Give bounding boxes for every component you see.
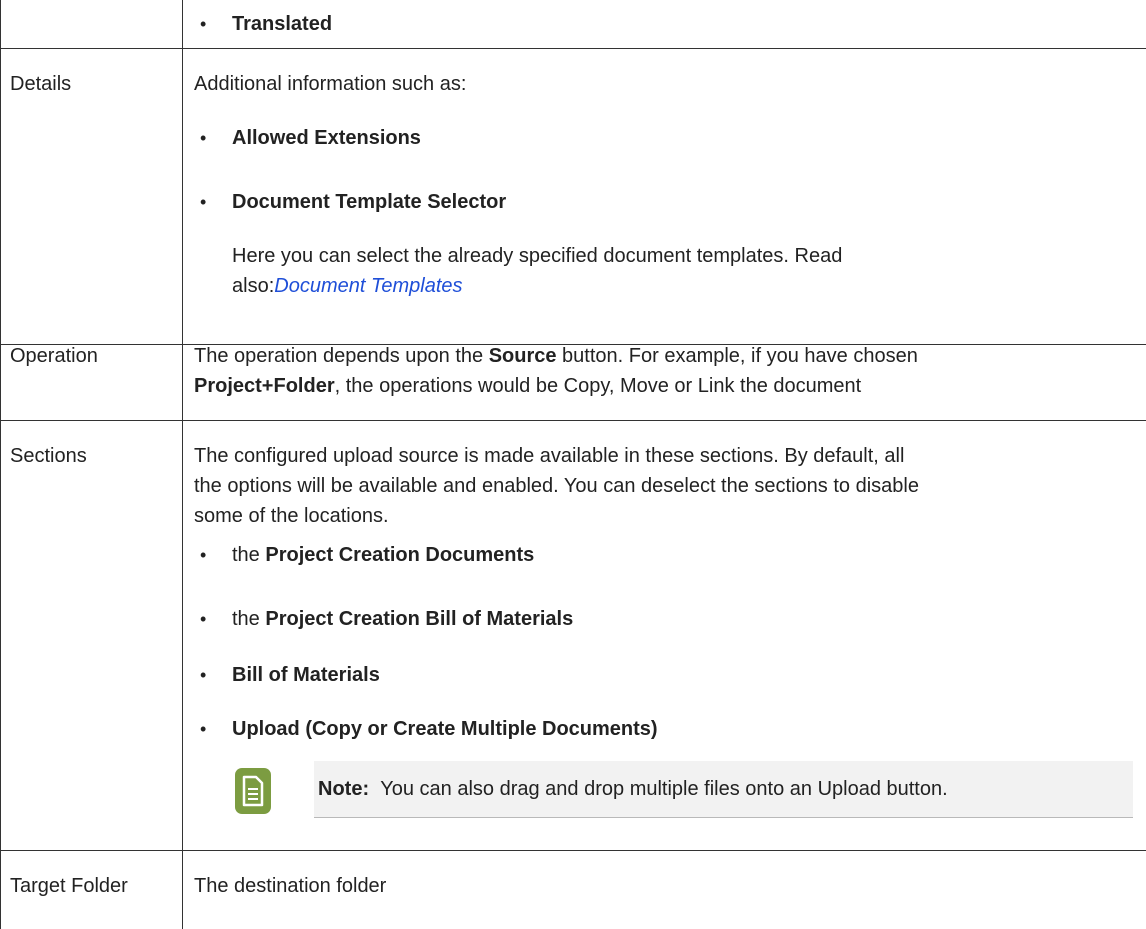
- target-folder-text: The destination folder: [194, 875, 387, 897]
- row-divider: [0, 420, 1146, 421]
- sections-line: The configured upload source is made ava…: [194, 445, 905, 467]
- project-folder-bold: Project+Folder: [194, 375, 335, 397]
- row-label-target-folder: Target Folder: [10, 875, 128, 897]
- note-text: Note: You can also drag and drop multipl…: [318, 778, 948, 800]
- details-paragraph-line2: also:Document Templates: [232, 272, 463, 300]
- sections-line: the options will be available and enable…: [194, 475, 919, 497]
- bullet: •: [200, 14, 207, 34]
- bullet: •: [200, 665, 207, 685]
- row-label-details: Details: [10, 73, 72, 95]
- row-divider: [0, 850, 1146, 851]
- source-bold: Source: [488, 345, 557, 367]
- bullet: •: [200, 545, 207, 565]
- sections-line: some of the locations.: [194, 505, 389, 527]
- also-text: also:: [232, 275, 275, 297]
- list-item: Bill of Materials: [232, 664, 380, 686]
- bullet: •: [200, 192, 207, 212]
- table-column-divider: [182, 0, 183, 929]
- row-label-operation: Operation: [10, 345, 98, 367]
- note-icon: [235, 768, 271, 814]
- note-icon-glyph: [242, 775, 264, 807]
- list-item: Document Template Selector: [232, 191, 507, 213]
- table-border-left: [0, 0, 1, 929]
- row-divider: [0, 48, 1146, 49]
- list-item: the Project Creation Documents: [232, 544, 535, 566]
- bullet: •: [200, 128, 207, 148]
- bullet: •: [200, 609, 207, 629]
- details-intro: Additional information such as:: [194, 73, 467, 95]
- list-item: Upload (Copy or Create Multiple Document…: [232, 718, 658, 740]
- details-paragraph: Here you can select the already specifie…: [232, 245, 843, 267]
- operation-line1: The operation depends upon the Source bu…: [194, 345, 918, 367]
- operation-line2: Project+Folder, the operations would be …: [194, 375, 862, 397]
- list-item: the Project Creation Bill of Materials: [232, 608, 574, 630]
- list-item: Translated: [232, 13, 333, 35]
- row-label-sections: Sections: [10, 445, 87, 467]
- note-label: Note:: [318, 778, 370, 800]
- list-item: Allowed Extensions: [232, 127, 421, 149]
- bullet: •: [200, 719, 207, 739]
- document-templates-link[interactable]: Document Templates: [274, 275, 462, 297]
